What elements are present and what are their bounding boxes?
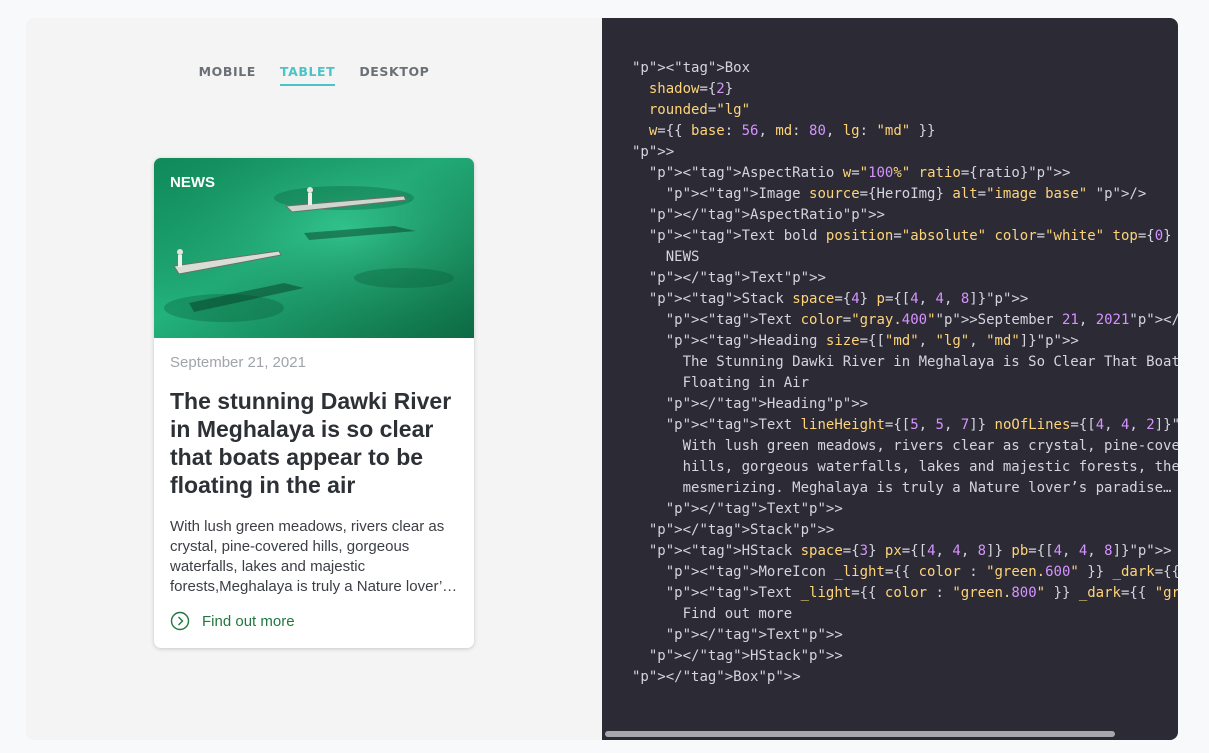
post-date: September 21, 2021 — [170, 354, 306, 371]
hero-image: NEWS — [154, 158, 474, 338]
code-line: rounded="lg" — [648, 102, 751, 118]
code-line: "p"></ — [648, 648, 700, 664]
code-line: "p">< — [665, 564, 708, 580]
code-line: "p"></ — [648, 207, 700, 223]
tab-desktop[interactable]: DESKTOP — [359, 64, 429, 86]
code-line: w={{ base: 56, md: 80, lg: "md" }} — [648, 123, 936, 139]
viewport-tabs: MOBILE TABLET DESKTOP — [26, 64, 602, 86]
code-line: "p">< — [665, 312, 708, 328]
code-line: "p">< — [665, 186, 708, 202]
code-editor[interactable]: "p"><"tag">Box shadow={2} rounded="lg" w… — [602, 18, 1178, 740]
code-line: NEWS — [632, 249, 700, 265]
tab-mobile[interactable]: MOBILE — [199, 64, 256, 86]
tab-tablet[interactable]: TABLET — [279, 64, 336, 86]
code-line: With lush green meadows, rivers clear as… — [632, 438, 1178, 454]
card-description: With lush green meadows, rivers clear as… — [170, 518, 450, 595]
code-line: "p">< — [632, 60, 675, 76]
horizontal-scrollbar[interactable] — [605, 731, 1115, 737]
code-line: Floating in Air — [632, 375, 810, 391]
code-line: "p">< — [648, 228, 692, 244]
code-block: "p"><"tag">Box shadow={2} rounded="lg" w… — [632, 60, 1178, 685]
code-line: "p"></ — [648, 522, 700, 538]
code-line: "p"></ — [632, 669, 683, 685]
preview-panel: MOBILE TABLET DESKTOP NEWS September 21,… — [26, 18, 602, 740]
code-line: mesmerizing. Meghalaya is truly a Nature… — [632, 480, 1172, 496]
code-line: "p">< — [648, 165, 692, 181]
code-line: Find out more — [632, 606, 793, 622]
code-line: "p">< — [665, 585, 708, 601]
code-line: "p">< — [665, 333, 708, 349]
card-heading: The stunning Dawki River in Meghalaya is… — [170, 388, 452, 498]
playground: MOBILE TABLET DESKTOP NEWS September 21,… — [26, 18, 1178, 740]
code-line: "p"></ — [648, 270, 700, 286]
code-line: "p">< — [648, 543, 692, 559]
code-line: hills, gorgeous waterfalls, lakes and ma… — [632, 459, 1178, 475]
news-card: NEWS September 21, 2021 The stunning Daw… — [154, 158, 474, 648]
news-badge: NEWS — [170, 174, 215, 191]
code-line: "p">< — [648, 291, 692, 307]
code-line: "p">< — [665, 417, 708, 433]
chevron-right-circle-icon — [170, 611, 190, 631]
code-line: shadow={2} — [648, 81, 734, 97]
code-line: "p"></ — [665, 501, 717, 517]
code-line: "p"></ — [665, 627, 717, 643]
find-out-more-link[interactable]: Find out more — [170, 611, 458, 631]
code-line: The Stunning Dawki River in Meghalaya is… — [632, 354, 1178, 370]
code-line: "p"></ — [665, 396, 717, 412]
card-body: September 21, 2021 The stunning Dawki Ri… — [154, 338, 474, 647]
find-out-more-label: Find out more — [202, 612, 295, 630]
code-line: "p">> — [632, 144, 675, 160]
